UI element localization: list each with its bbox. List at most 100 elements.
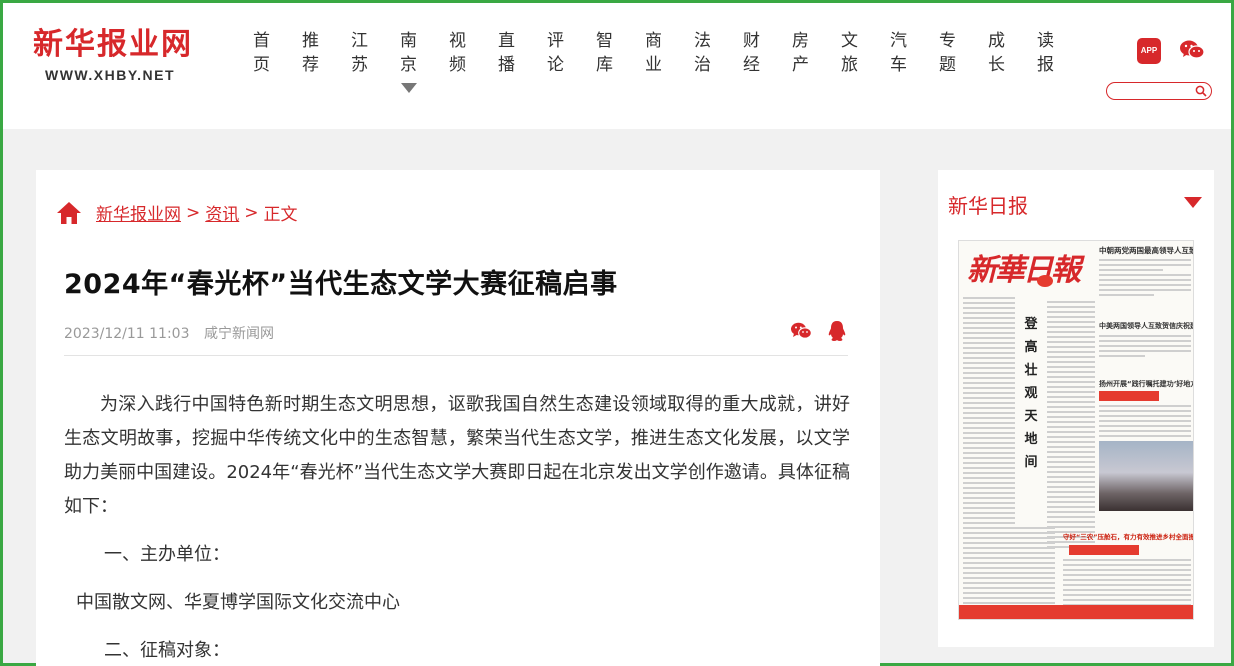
site-logo[interactable]: 新华报业网 WWW.XHBY.NET — [33, 27, 213, 83]
wechat-icon[interactable] — [1179, 38, 1205, 62]
section-heading: 一、主办单位： — [104, 544, 230, 565]
article-date: 2023/12/11 11:03 — [64, 326, 190, 342]
section-heading: 二、征稿对象： — [104, 640, 230, 661]
text-lines — [1047, 301, 1095, 551]
header-icons: APP — [1137, 38, 1205, 64]
paper-headline: 中美两国领导人互致贺信庆祝建交45周年 — [1099, 322, 1194, 330]
nav-item-label-bottom: 库 — [596, 55, 613, 75]
nav-item-label-bottom: 车 — [890, 55, 907, 75]
nav-item-label-bottom: 频 — [449, 55, 466, 75]
article-card: 新华报业网 > 资讯 > 正文 2024年“春光杯”当代生态文学大赛征稿启事 2… — [36, 170, 880, 666]
nav-item-label-bottom: 题 — [939, 55, 956, 75]
newspaper-masthead: 新華日報 — [967, 253, 1081, 288]
newspaper-photo — [1099, 441, 1193, 511]
nav-item-label-top: 财 — [743, 31, 760, 51]
title-divider — [64, 355, 848, 356]
breadcrumb-news-link[interactable]: 资讯 — [205, 200, 239, 225]
nav-item-label-bottom: 苏 — [351, 55, 368, 75]
article-body: 为深入践行中国特色新时期生态文明思想，讴歌我国自然生态建设领域取得的重大成就，讲… — [64, 388, 850, 666]
nav-item[interactable]: 智库 — [580, 29, 629, 77]
main-nav: 首页推荐江苏南京视频直播评论智库商业法治财经房产文旅汽车专题成长读报 — [237, 29, 1070, 93]
nav-item-label-bottom: 京 — [400, 55, 417, 75]
text-lines — [963, 527, 1055, 612]
text-lines — [1099, 335, 1191, 360]
article-paragraph: 为深入践行中国特色新时期生态文明思想，讴歌我国自然生态建设领域取得的重大成就，讲… — [64, 394, 850, 517]
nav-item[interactable]: 房产 — [776, 29, 825, 77]
nav-item-label-top: 视 — [449, 31, 466, 51]
article-source: 咸宁新闻网 — [203, 326, 274, 342]
logo-name: 新华报业网 — [33, 27, 193, 62]
app-label: APP — [1140, 46, 1158, 55]
paper-bottom-headline: 守好“三农”压舱石，有力有效推进乡村全面振兴 — [1063, 533, 1194, 541]
nav-item[interactable]: 专题 — [923, 29, 972, 77]
text-lines — [1099, 259, 1191, 299]
qq-share-icon[interactable] — [826, 320, 848, 342]
nav-item-label-top: 评 — [547, 31, 564, 51]
paper-red-bar — [1069, 545, 1139, 555]
search-input[interactable] — [1113, 87, 1193, 104]
newspaper-thumbnail[interactable]: 新華日報 中朝两党两国最高领导人互致新年贺电 登高壮观天地间 中美两国领导人互致… — [958, 240, 1194, 620]
nav-item[interactable]: 视频 — [433, 29, 482, 77]
breadcrumb-separator: > — [244, 202, 259, 223]
nav-active-caret-icon — [400, 83, 417, 93]
nav-item[interactable]: 评论 — [531, 29, 580, 77]
newspaper-footer-banner — [959, 605, 1193, 619]
nav-item-label-top: 推 — [302, 31, 319, 51]
app-icon[interactable]: APP — [1137, 38, 1161, 64]
nav-item[interactable]: 文旅 — [825, 29, 874, 77]
nav-item-label-top: 商 — [645, 31, 662, 51]
wechat-share-icon[interactable] — [790, 320, 812, 342]
nav-item-label-top: 文 — [841, 31, 858, 51]
breadcrumb-separator: > — [186, 202, 201, 223]
nav-item-label-top: 汽 — [890, 31, 907, 51]
caret-down-icon[interactable] — [1184, 197, 1202, 208]
section-text: 中国散文网、华夏博学国际文化交流中心 — [76, 592, 400, 613]
nav-item-label-top: 法 — [694, 31, 711, 51]
nav-item-label-top: 直 — [498, 31, 515, 51]
nav-item-label-top: 首 — [253, 31, 270, 51]
nav-item[interactable]: 汽车 — [874, 29, 923, 77]
nav-item-label-top: 读 — [1037, 31, 1054, 51]
nav-item[interactable]: 南京 — [384, 29, 433, 93]
nav-item-label-bottom: 经 — [743, 55, 760, 75]
search-icon[interactable] — [1195, 85, 1207, 97]
site-header: 新华报业网 WWW.XHBY.NET 首页推荐江苏南京视频直播评论智库商业法治财… — [3, 3, 1231, 129]
sidebar-title: 新华日报 — [948, 194, 1028, 218]
paper-vertical-headline: 登高壮观天地间 — [1024, 317, 1038, 470]
nav-item-label-bottom: 旅 — [841, 55, 858, 75]
nav-item[interactable]: 财经 — [727, 29, 776, 77]
nav-item-label-bottom: 页 — [253, 55, 270, 75]
seal-icon — [1037, 275, 1053, 287]
nav-item[interactable]: 江苏 — [335, 29, 384, 77]
home-icon[interactable] — [56, 201, 82, 225]
text-lines — [1099, 405, 1191, 440]
nav-item[interactable]: 法治 — [678, 29, 727, 77]
breadcrumb: 新华报业网 > 资讯 > 正文 — [56, 200, 298, 225]
nav-item[interactable]: 商业 — [629, 29, 678, 77]
nav-item-label-bottom: 产 — [792, 55, 809, 75]
breadcrumb-home-link[interactable]: 新华报业网 — [96, 200, 181, 225]
nav-item-label-bottom: 业 — [645, 55, 662, 75]
nav-item-label-top: 智 — [596, 31, 613, 51]
logo-url: WWW.XHBY.NET — [45, 67, 175, 83]
nav-item[interactable]: 直播 — [482, 29, 531, 77]
nav-item-label-top: 南 — [400, 31, 417, 51]
sidebar-xinhua-daily: 新华日报 新華日報 中朝两党两国最高领导人互致新年贺电 登高壮观天地间 中美两国… — [938, 170, 1214, 647]
nav-item-label-bottom: 报 — [1037, 55, 1054, 75]
search-box — [1106, 82, 1212, 104]
paper-headline: 扬州开展“践行嘱托建功‘好地方’”实践活动 — [1099, 380, 1193, 388]
share-buttons — [790, 320, 848, 342]
nav-item-label-bottom: 长 — [988, 55, 1005, 75]
nav-item-label-top: 专 — [939, 31, 956, 51]
paper-headline: 中朝两党两国最高领导人互致新年贺电 — [1099, 246, 1193, 255]
nav-item-label-top: 江 — [351, 31, 368, 51]
nav-item-label-bottom: 荐 — [302, 55, 319, 75]
breadcrumb-current: 正文 — [263, 205, 298, 225]
nav-item[interactable]: 成长 — [972, 29, 1021, 77]
nav-item[interactable]: 读报 — [1021, 29, 1070, 77]
article-meta: 2023/12/11 11:03 咸宁新闻网 — [64, 323, 274, 343]
nav-item-label-bottom: 论 — [547, 55, 564, 75]
nav-item[interactable]: 首页 — [237, 29, 286, 77]
nav-item[interactable]: 推荐 — [286, 29, 335, 77]
paper-red-bar — [1099, 391, 1159, 401]
